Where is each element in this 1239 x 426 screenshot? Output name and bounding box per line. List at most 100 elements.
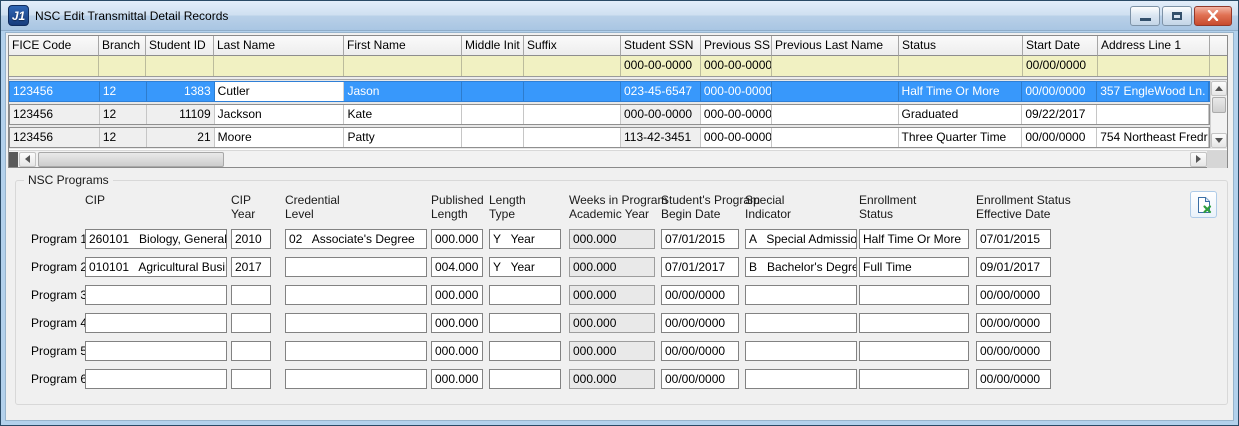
cell-student-ssn[interactable]: 000-00-0000: [621, 105, 701, 124]
published-length-input[interactable]: 000.000: [431, 369, 483, 389]
filter-status[interactable]: [899, 56, 1023, 76]
filter-middle-init[interactable]: [462, 56, 524, 76]
vertical-scroll-thumb[interactable]: [1212, 97, 1226, 113]
filter-student-id[interactable]: [146, 56, 214, 76]
cell-suffix[interactable]: [524, 128, 621, 147]
program-begin-date-input[interactable]: 00/00/0000: [661, 285, 739, 305]
cell-suffix[interactable]: [524, 82, 621, 101]
published-length-input[interactable]: 000.000: [431, 285, 483, 305]
column-header-first-name[interactable]: First Name: [344, 36, 462, 56]
cell-branch[interactable]: 12: [100, 105, 147, 124]
filter-branch[interactable]: [99, 56, 146, 76]
scroll-up-button[interactable]: [1211, 81, 1227, 96]
column-header-middle-init[interactable]: Middle Init: [462, 36, 524, 56]
cell-previous-ssn[interactable]: 000-00-0000: [701, 128, 772, 147]
program-begin-date-input[interactable]: 00/00/0000: [661, 369, 739, 389]
scroll-left-button[interactable]: [19, 152, 36, 167]
length-type-input[interactable]: [489, 341, 561, 361]
cell-address-line-1[interactable]: 357 EngleWood Ln.: [1097, 82, 1209, 101]
column-header-start-date[interactable]: Start Date: [1023, 36, 1098, 56]
length-type-input[interactable]: [489, 313, 561, 333]
cell-start-date[interactable]: 09/22/2017: [1022, 105, 1097, 124]
cell-branch[interactable]: 12: [100, 128, 147, 147]
length-type-input[interactable]: [489, 369, 561, 389]
cell-first-name[interactable]: Jason: [344, 82, 462, 101]
enrollment-effective-date-input[interactable]: 00/00/0000: [976, 313, 1051, 333]
program-begin-date-input[interactable]: 00/00/0000: [661, 313, 739, 333]
restore-button[interactable]: [1162, 6, 1192, 26]
filter-previous-ssn[interactable]: 000-00-0000: [701, 56, 772, 76]
published-length-input[interactable]: 004.000: [431, 257, 483, 277]
cell-fice-code[interactable]: 123456: [10, 128, 100, 147]
program-begin-date-input[interactable]: 07/01/2017: [661, 257, 739, 277]
credential-level-input[interactable]: [285, 369, 427, 389]
credential-level-input[interactable]: 02 Associate's Degree: [285, 229, 427, 249]
scroll-down-button[interactable]: [1211, 133, 1227, 148]
filter-address-line-1[interactable]: [1098, 56, 1210, 76]
cell-last-name[interactable]: Moore: [215, 128, 345, 147]
cell-status[interactable]: Graduated: [899, 105, 1023, 124]
filter-suffix[interactable]: [524, 56, 621, 76]
enrollment-effective-date-input[interactable]: 07/01/2015: [976, 229, 1051, 249]
cell-address-line-1[interactable]: 754 Northeast Fredrick: [1097, 128, 1209, 147]
cell-status[interactable]: Three Quarter Time: [899, 128, 1023, 147]
enrollment-effective-date-input[interactable]: 00/00/0000: [976, 285, 1051, 305]
grid-horizontal-scrollbar[interactable]: [9, 150, 1227, 167]
column-header-status[interactable]: Status: [899, 36, 1023, 56]
enrollment-status-input[interactable]: [859, 285, 969, 305]
cell-fice-code[interactable]: 123456: [10, 82, 100, 101]
enrollment-effective-date-input[interactable]: 00/00/0000: [976, 369, 1051, 389]
special-indicator-input[interactable]: [745, 313, 857, 333]
horizontal-scroll-thumb[interactable]: [38, 152, 224, 167]
filter-last-name[interactable]: [214, 56, 344, 76]
cell-first-name[interactable]: Kate: [344, 105, 462, 124]
cell-previous-ssn[interactable]: 000-00-0000: [701, 105, 772, 124]
column-header-suffix[interactable]: Suffix: [524, 36, 621, 56]
grid-row[interactable]: 1234561211109JacksonKate000-00-0000000-0…: [9, 104, 1210, 125]
program-begin-date-input[interactable]: 07/01/2015: [661, 229, 739, 249]
credential-level-input[interactable]: [285, 313, 427, 333]
cell-previous-last-name[interactable]: [772, 105, 899, 124]
cell-status[interactable]: Half Time Or More: [899, 82, 1023, 101]
cip-year-input[interactable]: [231, 369, 271, 389]
cell-branch[interactable]: 12: [100, 82, 147, 101]
cell-previous-last-name[interactable]: [772, 128, 899, 147]
grid-vertical-scrollbar[interactable]: [1210, 81, 1227, 148]
column-header-fice-code[interactable]: FICE Code: [9, 36, 99, 56]
enrollment-status-input[interactable]: [859, 341, 969, 361]
grid-row[interactable]: 1234561221MoorePatty113-42-3451000-00-00…: [9, 127, 1210, 148]
cip-input[interactable]: [85, 369, 227, 389]
cell-start-date[interactable]: 00/00/0000: [1022, 82, 1097, 101]
cip-input[interactable]: [85, 341, 227, 361]
enrollment-status-input[interactable]: [859, 369, 969, 389]
special-indicator-input[interactable]: A Special Admission Associa: [745, 229, 857, 249]
credential-level-input[interactable]: [285, 257, 427, 277]
cell-middle-init[interactable]: [462, 128, 524, 147]
scroll-right-button[interactable]: [1190, 152, 1207, 167]
cell-student-ssn[interactable]: 023-45-6547: [621, 82, 701, 101]
cell-previous-last-name[interactable]: [772, 82, 899, 101]
cell-previous-ssn[interactable]: 000-00-0000: [701, 82, 772, 101]
filter-first-name[interactable]: [344, 56, 462, 76]
enrollment-status-input[interactable]: Half Time Or More: [859, 229, 969, 249]
length-type-input[interactable]: Y Year: [489, 257, 561, 277]
cell-middle-init[interactable]: [462, 105, 524, 124]
enrollment-effective-date-input[interactable]: 00/00/0000: [976, 341, 1051, 361]
filter-start-date[interactable]: 00/00/0000: [1023, 56, 1098, 76]
enrollment-status-input[interactable]: Full Time: [859, 257, 969, 277]
cip-input[interactable]: 260101 Biology, General: [85, 229, 227, 249]
column-header-student-ssn[interactable]: Student SSN: [621, 36, 701, 56]
length-type-input[interactable]: Y Year: [489, 229, 561, 249]
credential-level-input[interactable]: [285, 285, 427, 305]
filter-fice-code[interactable]: [9, 56, 99, 76]
close-button[interactable]: [1194, 6, 1232, 26]
special-indicator-input[interactable]: [745, 341, 857, 361]
published-length-input[interactable]: 000.000: [431, 229, 483, 249]
column-header-previous-ssn[interactable]: Previous SSN: [701, 36, 772, 56]
published-length-input[interactable]: 000.000: [431, 341, 483, 361]
column-header-branch[interactable]: Branch: [99, 36, 146, 56]
length-type-input[interactable]: [489, 285, 561, 305]
cell-last-name[interactable]: Cutler: [215, 82, 345, 101]
special-indicator-input[interactable]: B Bachelor's Degree Comple: [745, 257, 857, 277]
special-indicator-input[interactable]: [745, 285, 857, 305]
